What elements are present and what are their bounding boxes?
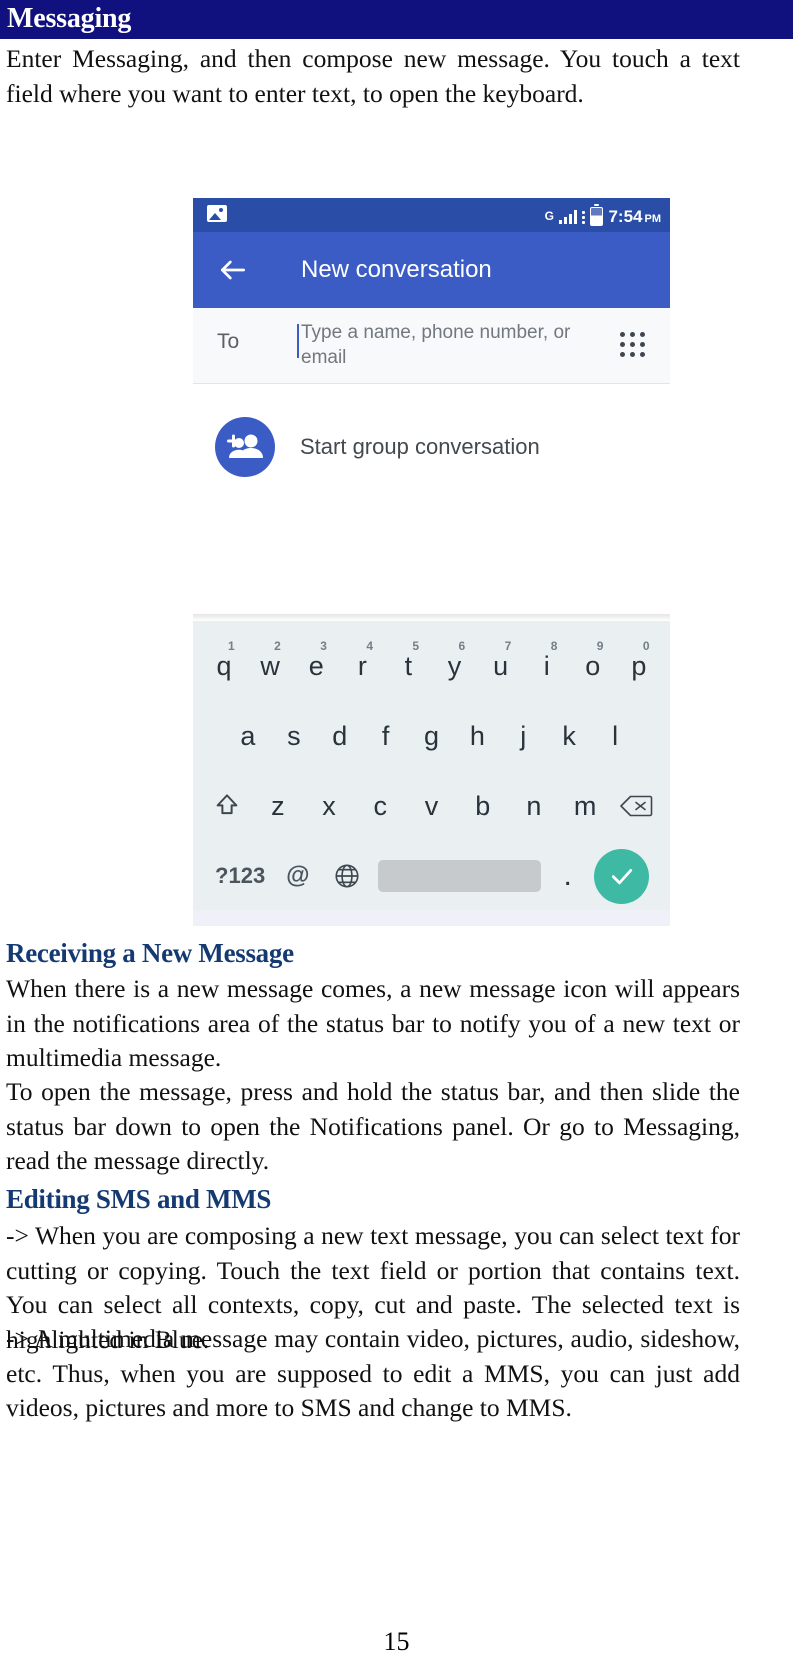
key-o-superscript: 9 [596, 639, 604, 653]
key-e-superscript: 3 [320, 639, 327, 653]
recipient-row[interactable]: To Type a name, phone number, or email [193, 308, 670, 384]
app-bar-title: New conversation [301, 256, 492, 283]
list-shadow-divider [193, 614, 670, 621]
key-n[interactable]: n [508, 773, 559, 839]
key-y[interactable]: 6y [431, 633, 477, 699]
key-b[interactable]: b [457, 773, 508, 839]
back-arrow-icon[interactable] [217, 254, 249, 286]
key-p-superscript: 0 [642, 639, 650, 653]
key-s[interactable]: s [271, 703, 317, 769]
key-a[interactable]: a [225, 703, 271, 769]
key-e[interactable]: 3e [293, 633, 339, 699]
key-i[interactable]: 8i [524, 633, 570, 699]
key-l[interactable]: l [592, 703, 638, 769]
backspace-icon[interactable] [611, 773, 662, 839]
signal-secondary-icon [582, 209, 586, 224]
key-y-label: y [447, 650, 462, 681]
key-t-label: t [404, 650, 413, 681]
key-t-superscript: 5 [412, 639, 420, 653]
key-r-label: r [357, 650, 367, 681]
signal-icon [558, 208, 578, 224]
key-o-label: o [585, 650, 601, 681]
enter-key[interactable] [587, 843, 656, 909]
key-u-label: u [493, 650, 509, 681]
key-x[interactable]: x [303, 773, 354, 839]
key-e-label: e [308, 650, 324, 681]
status-system-icons: G 7:54 PM [545, 198, 661, 232]
dialpad-icon[interactable] [620, 332, 646, 358]
key-c[interactable]: c [355, 773, 406, 839]
key-m[interactable]: m [560, 773, 611, 839]
on-screen-keyboard: 1q 2w 3e 4r 5t 6y 7u 8i 9o 0p a s d f g … [193, 621, 670, 926]
keyboard-row-2: a s d f g h j k l [193, 703, 670, 769]
section-paragraph-receiving-1: When there is a new message comes, a new… [6, 974, 740, 1072]
start-group-conversation-row[interactable]: Start group conversation [193, 384, 670, 621]
phone-app-bar: New conversation [193, 232, 670, 308]
page-title: Messaging [7, 3, 132, 34]
key-r-superscript: 4 [366, 639, 374, 653]
keyboard-row-1: 1q 2w 3e 4r 5t 6y 7u 8i 9o 0p [193, 633, 670, 699]
key-i-superscript: 8 [550, 639, 558, 653]
globe-icon[interactable] [322, 843, 371, 909]
page-number: 15 [383, 1627, 410, 1656]
key-d[interactable]: d [317, 703, 363, 769]
battery-icon [590, 203, 604, 226]
key-r[interactable]: 4r [339, 633, 385, 699]
keyboard-row-4: ?123 @ . [193, 843, 670, 909]
key-u-superscript: 7 [504, 639, 512, 653]
key-y-superscript: 6 [458, 639, 466, 653]
key-w-superscript: 2 [274, 639, 281, 653]
clock-time: 7:54 [608, 206, 643, 226]
key-g[interactable]: g [409, 703, 455, 769]
photo-icon [207, 205, 227, 222]
intro-paragraph: Enter Messaging, and then compose new me… [6, 44, 740, 108]
key-j[interactable]: j [500, 703, 546, 769]
section-paragraph-editing-2: -> A multimedia message may contain vide… [6, 1324, 740, 1422]
page-title-bar: Messaging [0, 0, 793, 39]
space-bar-surface [378, 860, 541, 892]
status-notification-area [207, 205, 227, 223]
phone-status-bar: G 7:54 PM [193, 198, 670, 232]
key-p[interactable]: 0p [616, 633, 662, 699]
key-w[interactable]: 2w [247, 633, 293, 699]
status-clock: 7:54 PM [608, 208, 661, 225]
section-heading-receiving: Receiving a New Message [6, 938, 294, 968]
section-heading-editing: Editing SMS and MMS [6, 1184, 272, 1214]
add-group-icon [215, 417, 275, 477]
key-i-label: i [543, 650, 550, 681]
symbols-key[interactable]: ?123 [207, 843, 273, 909]
document-page: Messaging Enter Messaging, and then comp… [0, 0, 793, 1678]
key-p-label: p [631, 650, 647, 681]
key-q[interactable]: 1q [201, 633, 247, 699]
check-icon [594, 848, 650, 904]
recipient-input[interactable]: Type a name, phone number, or email [301, 320, 581, 370]
key-q-label: q [216, 650, 232, 681]
key-u[interactable]: 7u [478, 633, 524, 699]
network-type-label: G [544, 209, 554, 223]
key-z[interactable]: z [252, 773, 303, 839]
section-paragraph-receiving-2: To open the message, press and hold the … [6, 1077, 740, 1175]
key-k[interactable]: k [546, 703, 592, 769]
keyboard-bottom-strip [193, 910, 670, 926]
key-t[interactable]: 5t [385, 633, 431, 699]
shift-icon[interactable] [201, 773, 252, 839]
clock-ampm: PM [644, 212, 662, 225]
period-key[interactable]: . [548, 843, 587, 909]
key-q-superscript: 1 [228, 639, 235, 653]
key-v[interactable]: v [406, 773, 457, 839]
key-w-label: w [260, 650, 280, 681]
space-bar-key[interactable] [371, 843, 548, 909]
at-key[interactable]: @ [273, 843, 322, 909]
start-group-conversation-label: Start group conversation [300, 434, 540, 459]
key-h[interactable]: h [454, 703, 500, 769]
keyboard-row-3: z x c v b n m [193, 773, 670, 839]
recipient-label: To [217, 330, 240, 353]
text-cursor [297, 324, 299, 358]
phone-screenshot-figure: G 7:54 PM New conversation To Type a name… [193, 198, 670, 926]
key-o[interactable]: 9o [570, 633, 616, 699]
key-f[interactable]: f [363, 703, 409, 769]
